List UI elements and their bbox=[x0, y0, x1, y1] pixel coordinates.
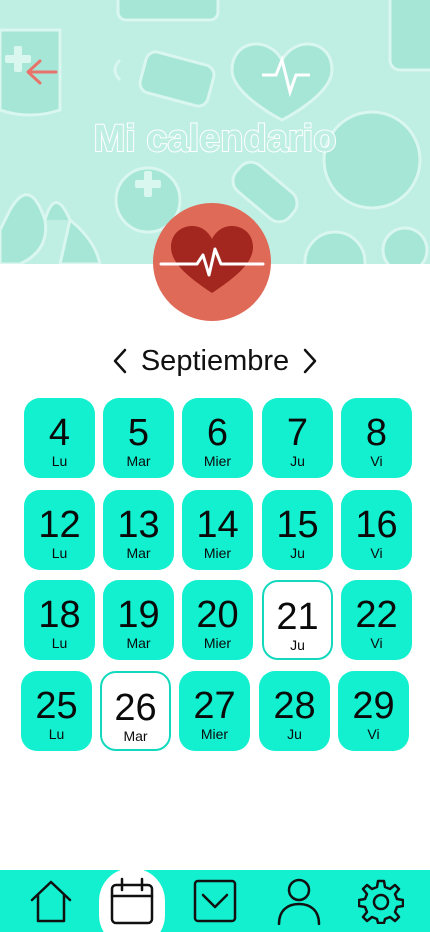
chevron-right-icon bbox=[303, 348, 317, 374]
day-weekday: Mar bbox=[126, 635, 151, 651]
day-cell[interactable]: 15 Ju bbox=[262, 490, 333, 570]
day-weekday: Mar bbox=[126, 545, 151, 561]
day-number: 13 bbox=[117, 504, 160, 546]
gear-icon bbox=[358, 879, 404, 924]
home-icon bbox=[30, 880, 72, 923]
day-weekday: Mier bbox=[200, 726, 229, 742]
heart-pulse-icon bbox=[159, 226, 265, 293]
previous-month-button[interactable] bbox=[109, 345, 131, 377]
day-number: 28 bbox=[273, 685, 316, 727]
heart-badge bbox=[153, 203, 271, 321]
day-number: 27 bbox=[193, 685, 236, 727]
day-number: 5 bbox=[127, 412, 150, 454]
day-weekday: Mier bbox=[203, 453, 232, 469]
month-label: Septiembre bbox=[140, 344, 290, 377]
calendar-screen: Mi calendario Septiembre 4 Lu 5 Mar 6 Mier … bbox=[0, 0, 430, 932]
day-weekday: Ju bbox=[290, 453, 305, 469]
chevron-left-icon bbox=[113, 348, 127, 374]
page-title: Mi calendario bbox=[93, 117, 338, 161]
day-number: 15 bbox=[276, 504, 319, 546]
day-cell[interactable]: 22 Vi bbox=[341, 580, 412, 660]
nav-calendar[interactable] bbox=[101, 870, 163, 932]
day-number: 26 bbox=[114, 687, 157, 729]
day-number: 22 bbox=[355, 594, 398, 636]
day-cell[interactable]: 29 Vi bbox=[338, 671, 409, 751]
day-weekday: Ju bbox=[290, 637, 305, 653]
day-weekday: Lu bbox=[51, 453, 68, 469]
day-number: 4 bbox=[48, 412, 71, 454]
day-weekday: Mier bbox=[203, 635, 232, 651]
day-cell[interactable]: 14 Mier bbox=[182, 490, 253, 570]
day-number: 21 bbox=[276, 596, 319, 638]
day-number: 25 bbox=[35, 685, 78, 727]
day-weekday: Mier bbox=[203, 545, 232, 561]
day-cell[interactable]: 27 Mier bbox=[179, 671, 250, 751]
nav-settings[interactable] bbox=[350, 870, 412, 932]
inbox-icon bbox=[193, 879, 237, 923]
day-number: 12 bbox=[38, 504, 81, 546]
day-weekday: Ju bbox=[290, 545, 305, 561]
day-number: 18 bbox=[38, 594, 81, 636]
day-cell-selected[interactable]: 21 Ju bbox=[262, 580, 333, 660]
day-cell[interactable]: 28 Ju bbox=[259, 671, 330, 751]
back-button[interactable] bbox=[22, 52, 62, 92]
nav-inbox[interactable] bbox=[184, 870, 246, 932]
day-weekday: Vi bbox=[367, 726, 380, 742]
day-cell[interactable]: 12 Lu bbox=[24, 490, 95, 570]
nav-profile[interactable] bbox=[268, 870, 330, 932]
day-number: 20 bbox=[196, 594, 239, 636]
day-number: 6 bbox=[206, 412, 229, 454]
day-weekday: Lu bbox=[48, 726, 65, 742]
day-weekday: Mar bbox=[126, 453, 151, 469]
day-cell[interactable]: 6 Mier bbox=[182, 398, 253, 478]
day-cell[interactable]: 20 Mier bbox=[182, 580, 253, 660]
day-cell[interactable]: 5 Mar bbox=[103, 398, 174, 478]
day-number: 14 bbox=[196, 504, 239, 546]
day-weekday: Vi bbox=[370, 453, 383, 469]
day-weekday: Ju bbox=[287, 726, 302, 742]
day-number: 16 bbox=[355, 504, 398, 546]
day-number: 8 bbox=[365, 412, 388, 454]
day-cell[interactable]: 13 Mar bbox=[103, 490, 174, 570]
calendar-icon bbox=[110, 877, 154, 925]
month-selector: Septiembre bbox=[0, 340, 430, 382]
day-number: 29 bbox=[352, 685, 395, 727]
day-cell[interactable]: 7 Ju bbox=[262, 398, 333, 478]
day-cell[interactable]: 8 Vi bbox=[341, 398, 412, 478]
day-cell[interactable]: 4 Lu bbox=[24, 398, 95, 478]
nav-home[interactable] bbox=[20, 870, 82, 932]
user-icon bbox=[277, 878, 321, 925]
day-weekday: Mar bbox=[123, 728, 148, 744]
day-weekday: Vi bbox=[370, 545, 383, 561]
day-cell[interactable]: 25 Lu bbox=[21, 671, 92, 751]
day-weekday: Lu bbox=[51, 545, 68, 561]
arrow-left-icon bbox=[26, 59, 58, 85]
day-cell[interactable]: 18 Lu bbox=[24, 580, 95, 660]
day-number: 19 bbox=[117, 594, 160, 636]
next-month-button[interactable] bbox=[299, 345, 321, 377]
day-number: 7 bbox=[286, 412, 309, 454]
day-cell[interactable]: 16 Vi bbox=[341, 490, 412, 570]
day-weekday: Vi bbox=[370, 635, 383, 651]
day-cell-selected[interactable]: 26 Mar bbox=[100, 671, 171, 751]
day-cell[interactable]: 19 Mar bbox=[103, 580, 174, 660]
day-weekday: Lu bbox=[51, 635, 68, 651]
